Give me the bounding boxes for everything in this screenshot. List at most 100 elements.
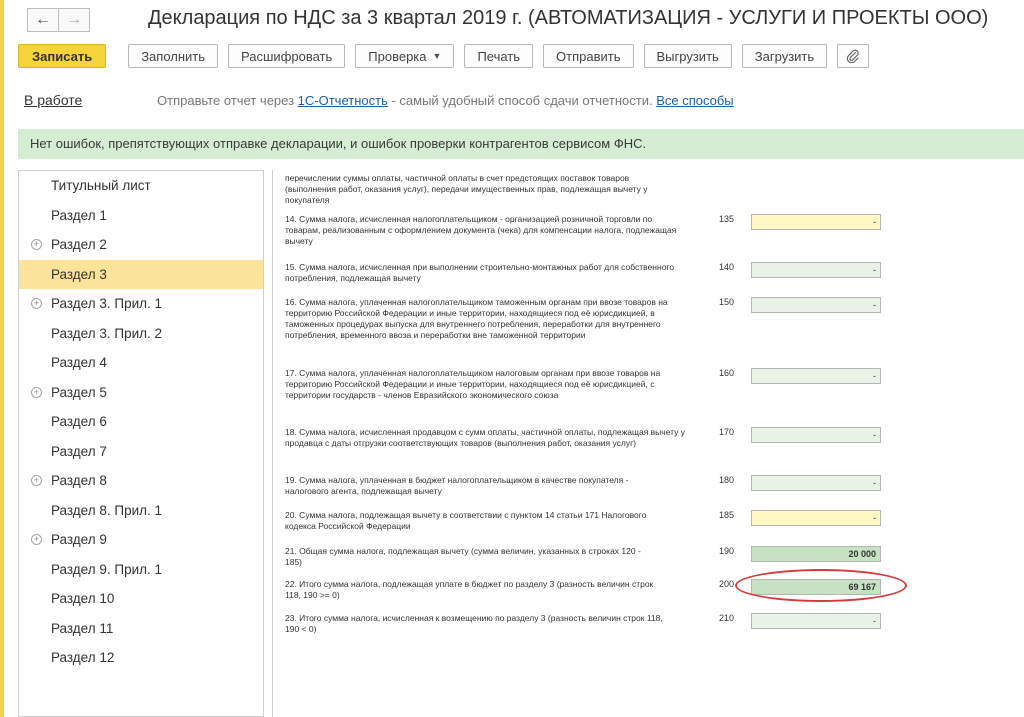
reporting-service-link[interactable]: 1С-Отчетность: [298, 93, 388, 108]
expand-icon[interactable]: +: [31, 534, 42, 545]
sidebar-item-section-1[interactable]: Раздел 1: [19, 201, 263, 231]
sidebar-item-label: Раздел 5: [51, 384, 107, 400]
expand-icon[interactable]: +: [31, 298, 42, 309]
send-button[interactable]: Отправить: [543, 44, 634, 68]
back-button[interactable]: ←: [27, 8, 59, 32]
row-code: 190: [719, 546, 735, 556]
window-edge: [0, 0, 4, 717]
toolbar: Записать Заполнить Расшифровать Проверка…: [18, 44, 879, 68]
status-message: Отправьте отчет через 1С-Отчетность - са…: [157, 93, 734, 108]
value-field-180[interactable]: -: [751, 475, 881, 491]
status-msg-prefix: Отправьте отчет через: [157, 93, 298, 108]
save-button[interactable]: Записать: [18, 44, 107, 68]
value-field-210[interactable]: -: [751, 613, 881, 629]
value-field-135[interactable]: -: [751, 214, 881, 230]
value-field-170[interactable]: -: [751, 427, 881, 443]
row-description: 15. Сумма налога, исчисленная при выполн…: [285, 262, 675, 283]
row-description: 17. Сумма налога, уплаченная налогоплате…: [285, 368, 661, 400]
paperclip-icon: [846, 49, 859, 63]
sidebar-item-section-3-app-1[interactable]: + Раздел 3. Прил. 1: [19, 289, 263, 319]
sidebar-item-label: Раздел 6: [51, 414, 107, 430]
sidebar-item-section-10[interactable]: Раздел 10: [19, 584, 263, 614]
expand-icon[interactable]: +: [31, 475, 42, 486]
sidebar-item-section-5[interactable]: + Раздел 5: [19, 378, 263, 408]
value-field-160[interactable]: -: [751, 368, 881, 384]
decode-button[interactable]: Расшифровать: [228, 44, 346, 68]
sidebar-item-label: Раздел 1: [51, 207, 107, 223]
check-button-label: Проверка: [368, 48, 427, 64]
export-button[interactable]: Выгрузить: [643, 44, 732, 68]
row-code: 150: [719, 297, 735, 307]
sidebar-item-section-8[interactable]: + Раздел 8: [19, 466, 263, 496]
page-title: Декларация по НДС за 3 квартал 2019 г. (…: [148, 7, 989, 29]
attach-button[interactable]: [837, 44, 870, 68]
sidebar-item-section-9[interactable]: + Раздел 9: [19, 525, 263, 555]
sidebar-item-label: Раздел 9: [51, 532, 107, 548]
expand-icon[interactable]: +: [31, 386, 42, 398]
row-description: 18. Сумма налога, исчисленная продавцом …: [285, 427, 686, 448]
sidebar-item-label: Раздел 10: [51, 591, 115, 607]
row-code: 135: [719, 214, 735, 224]
sidebar-item-label: Раздел 3. Прил. 2: [51, 325, 163, 341]
status-msg-suffix: - самый удобный способ сдачи отчетности.: [387, 93, 657, 108]
sidebar-item-label: Раздел 12: [51, 650, 115, 666]
arrow-left-icon: ←: [35, 11, 51, 28]
row-description: 22. Итого сумма налога, подлежащая уплат…: [285, 579, 654, 600]
all-methods-link[interactable]: Все способы: [656, 93, 733, 108]
value-field-140[interactable]: -: [751, 262, 881, 278]
sidebar-item-section-3[interactable]: Раздел 3: [19, 259, 263, 289]
sidebar-item-label: Раздел 11: [51, 620, 114, 636]
sidebar-item-label: Раздел 8. Прил. 1: [51, 502, 163, 518]
sidebar-item-title-page[interactable]: Титульный лист: [19, 171, 263, 201]
row-code: 200: [719, 579, 735, 589]
row-description: 16. Сумма налога, уплаченная налогоплате…: [285, 297, 668, 340]
navigation-buttons: ← →: [27, 8, 90, 32]
value-field-190[interactable]: 20 000: [751, 546, 881, 562]
sections-sidebar: Титульный лист Раздел 1 + Раздел 2 Раздел…: [18, 170, 264, 717]
row-code: 170: [719, 427, 735, 437]
highlight-ring: [735, 569, 907, 602]
row-code: 180: [719, 475, 735, 485]
sidebar-item-section-3-app-2[interactable]: Раздел 3. Прил. 2: [19, 319, 263, 349]
sidebar-item-section-2[interactable]: + Раздел 2: [19, 230, 263, 260]
sidebar-item-label: Раздел 7: [51, 443, 107, 459]
forward-button[interactable]: →: [59, 8, 90, 32]
row-code: 185: [719, 510, 735, 520]
arrow-right-icon: →: [66, 11, 82, 28]
expand-icon[interactable]: +: [31, 239, 42, 250]
sidebar-item-label: Раздел 3: [51, 266, 107, 282]
sidebar-item-section-4[interactable]: Раздел 4: [19, 348, 263, 378]
sidebar-item-label: Раздел 3. Прил. 1: [51, 296, 163, 312]
print-button[interactable]: Печать: [464, 44, 534, 68]
sidebar-item-section-8-app-1[interactable]: Раздел 8. Прил. 1: [19, 496, 263, 526]
sidebar-item-label: Раздел 9. Прил. 1: [51, 561, 163, 577]
import-button[interactable]: Загрузить: [741, 44, 828, 68]
sidebar-item-label: Раздел 8: [51, 473, 107, 489]
check-dropdown-button[interactable]: Проверка ▼: [355, 44, 455, 68]
declaration-form: перечислении суммы оплаты, частичной опл…: [272, 170, 1024, 717]
row-code: 210: [719, 613, 735, 623]
sidebar-item-section-12[interactable]: Раздел 12: [19, 643, 263, 673]
sidebar-item-label: Раздел 4: [51, 355, 107, 371]
sidebar-item-label: Раздел 2: [51, 237, 107, 253]
row-description: 21. Общая сумма налога, подлежащая вычет…: [285, 546, 641, 567]
sidebar-item-section-7[interactable]: Раздел 7: [19, 437, 263, 467]
row-code: 160: [719, 368, 735, 378]
sidebar-item-section-11[interactable]: Раздел 11: [19, 614, 263, 644]
row-description: перечислении суммы оплаты, частичной опл…: [285, 173, 648, 205]
caret-down-icon: ▼: [432, 51, 442, 61]
sidebar-item-section-6[interactable]: Раздел 6: [19, 407, 263, 437]
sidebar-item-label: Титульный лист: [51, 178, 151, 194]
value-field-185[interactable]: -: [751, 510, 881, 526]
fill-button[interactable]: Заполнить: [128, 44, 219, 68]
row-description: 20. Сумма налога, подлежащая вычету в со…: [285, 510, 647, 531]
value-field-150[interactable]: -: [751, 297, 881, 313]
row-code: 140: [719, 262, 735, 272]
status-link[interactable]: В работе: [24, 92, 82, 108]
row-description: 14. Сумма налога, исчисленная налогоплат…: [285, 214, 677, 246]
status-row: В работе Отправьте отчет через 1С-Отчетн…: [24, 92, 734, 108]
validation-banner: Нет ошибок, препятствующих отправке декл…: [18, 129, 1024, 159]
row-description: 23. Итого сумма налога, исчисленная к во…: [285, 613, 663, 634]
row-description: 19. Сумма налога, уплаченная в бюджет на…: [285, 475, 629, 496]
sidebar-item-section-9-app-1[interactable]: Раздел 9. Прил. 1: [19, 555, 263, 585]
